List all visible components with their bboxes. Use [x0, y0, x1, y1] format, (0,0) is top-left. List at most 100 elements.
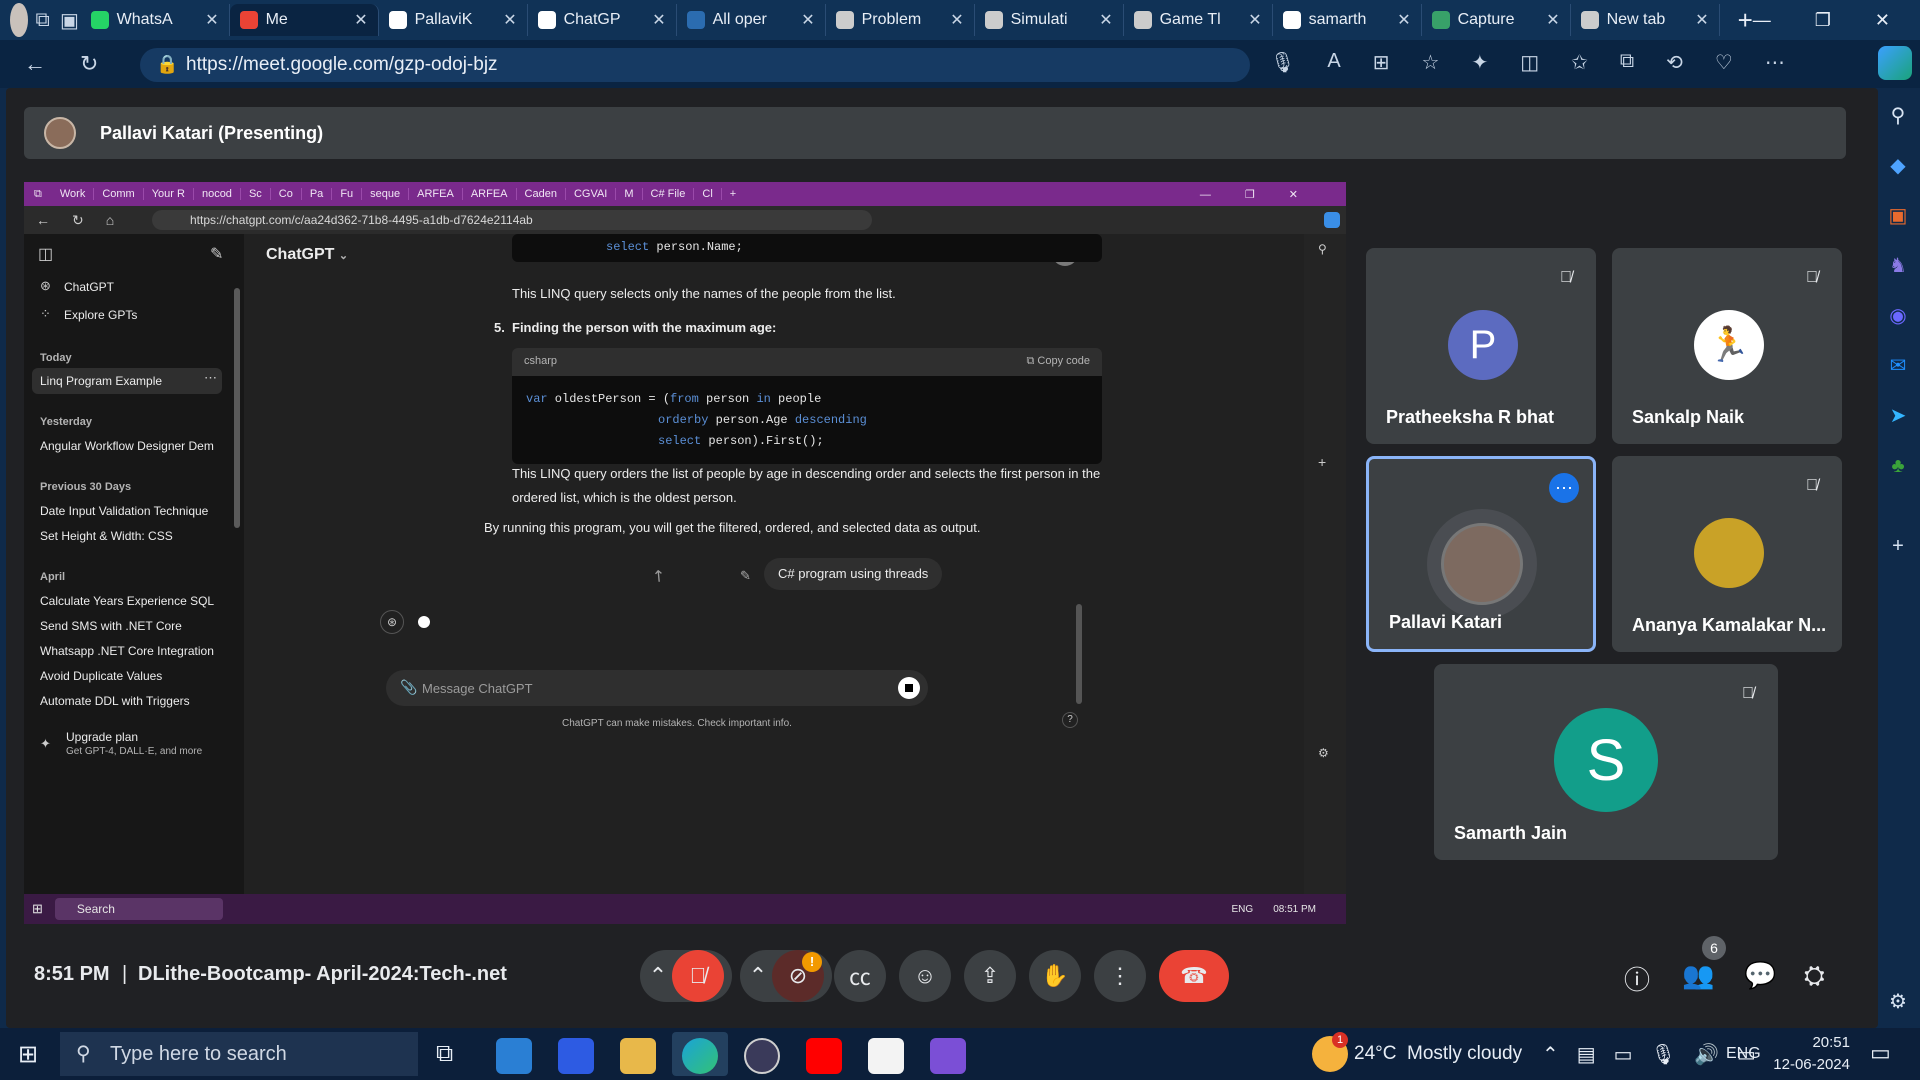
sidebar-tools-icon[interactable]: ▣ — [1882, 200, 1914, 232]
tab-close-icon[interactable]: ✕ — [1099, 10, 1112, 30]
sidebar-games-icon[interactable]: ♞ — [1882, 250, 1914, 282]
activities-icon[interactable]: ⛭ — [1804, 960, 1825, 992]
chat-paragraph-2: This LINQ query orders the list of peopl… — [512, 466, 1101, 505]
shared-tab: Fu — [332, 188, 363, 200]
tab-close-icon[interactable]: ✕ — [1397, 10, 1410, 30]
app-icon[interactable]: ⊞ — [1373, 50, 1390, 75]
split-screen-icon[interactable]: ◫ — [1520, 50, 1539, 75]
participant-tile-ananya[interactable]: 🎙̸ Ananya Kamalakar N... — [1612, 456, 1842, 652]
favorites-icon[interactable]: ✩ — [1571, 50, 1588, 75]
tray-volume-icon[interactable]: 🔊 — [1694, 1042, 1719, 1067]
tray-date[interactable]: 12-06-2024 — [1764, 1056, 1850, 1073]
sidebar-copilot-icon[interactable]: ◉ — [1882, 300, 1914, 332]
back-icon[interactable]: ← — [24, 51, 46, 77]
mic-toggle-button[interactable]: 🎙̸ — [672, 950, 724, 1002]
minimize-icon[interactable]: — — [1753, 10, 1771, 31]
weather-text[interactable]: 24°C Mostly cloudy — [1354, 1043, 1522, 1065]
copilot-icon[interactable] — [1878, 46, 1912, 80]
store-icon[interactable] — [868, 1038, 904, 1074]
tray-battery-icon[interactable]: ▭ — [1614, 1042, 1633, 1067]
restore-icon[interactable]: ❐ — [1815, 10, 1831, 31]
browser-tab[interactable]: Game Tl ✕ — [1124, 4, 1273, 36]
sidebar-outlook-icon[interactable]: ✉ — [1882, 350, 1914, 382]
tab-close-icon[interactable]: ✕ — [205, 10, 218, 30]
performance-icon[interactable]: ♡ — [1715, 50, 1733, 75]
new-tab-button[interactable]: + — [1738, 5, 1753, 36]
favorite-star-icon[interactable]: ☆ — [1422, 50, 1440, 75]
tab-close-icon[interactable]: ✕ — [1695, 10, 1708, 30]
browser-tab[interactable]: WhatsA ✕ — [81, 4, 230, 36]
file-explorer-icon[interactable] — [620, 1038, 656, 1074]
tab-close-icon[interactable]: ✕ — [354, 10, 367, 30]
camera-options-chevron-icon[interactable]: ⌃ — [740, 950, 776, 1002]
browser-tab[interactable]: New tab ✕ — [1571, 4, 1720, 36]
tray-language[interactable]: ENG — [1726, 1045, 1761, 1063]
taskbar-search[interactable]: ⚲ Type here to search — [60, 1032, 418, 1076]
read-aloud-icon[interactable]: A — [1327, 50, 1340, 75]
powerapps-icon[interactable] — [558, 1038, 594, 1074]
edge-browser-icon[interactable] — [682, 1038, 718, 1074]
mic-options-chevron-icon[interactable]: ⌃ — [640, 950, 676, 1002]
tray-network-drive-icon[interactable]: ▤ — [1577, 1042, 1596, 1067]
tab-close-icon[interactable]: ✕ — [801, 10, 814, 30]
browser-tab[interactable]: Simulati ✕ — [975, 4, 1124, 36]
sidebar-send-icon[interactable]: ➤ — [1882, 400, 1914, 432]
weather-badge: 1 — [1332, 1032, 1348, 1048]
raise-hand-button[interactable]: ✋ — [1029, 950, 1081, 1002]
participant-tile-sankalp[interactable]: 🎙̸ 🏃 Sankalp Naik — [1612, 248, 1842, 444]
sidebar-shopping-icon[interactable]: ◆ — [1882, 150, 1914, 182]
sidebar-tree-icon[interactable]: ♣ — [1882, 450, 1914, 482]
participant-tile-samarth[interactable]: 🎙̸ S Samarth Jain — [1434, 664, 1778, 860]
mail-app-icon[interactable] — [496, 1038, 532, 1074]
browser-tab[interactable]: Capture ✕ — [1422, 4, 1571, 36]
sidebar-search-icon[interactable]: ⚲ — [1882, 100, 1914, 132]
mic-icon[interactable]: 🎙 — [1270, 50, 1295, 75]
more-menu-icon[interactable]: ⋯ — [1765, 50, 1785, 75]
collections-icon[interactable]: ⧉ — [1620, 50, 1634, 75]
shared-tab: M — [616, 188, 643, 200]
browser-tab[interactable]: Me ✕ — [229, 4, 379, 36]
media-player-icon[interactable] — [744, 1038, 780, 1074]
leave-call-button[interactable]: ☎ — [1159, 950, 1229, 1002]
tab-close-icon[interactable]: ✕ — [503, 10, 516, 30]
emoji-reactions-button[interactable]: ☺ — [899, 950, 951, 1002]
sidebar-add-icon[interactable]: + — [1882, 530, 1914, 562]
tab-close-icon[interactable]: ✕ — [1546, 10, 1559, 30]
people-icon[interactable]: 👥 — [1682, 960, 1714, 991]
extensions-icon[interactable]: ✦ — [1471, 50, 1488, 75]
tray-mic-icon[interactable]: 🎙 — [1651, 1042, 1676, 1067]
refresh-icon[interactable]: ↻ — [80, 51, 98, 77]
tab-actions-icon[interactable]: ▣ — [60, 8, 81, 33]
avatar: S — [1554, 708, 1658, 812]
code2-l1-kw2: from — [670, 392, 699, 406]
more-options-button[interactable]: ⋮ — [1094, 950, 1146, 1002]
captions-button[interactable]: ㏄ — [834, 950, 886, 1002]
visual-studio-icon[interactable] — [930, 1038, 966, 1074]
task-view-icon[interactable]: ⧉ — [436, 1040, 453, 1068]
browser-tab[interactable]: PallaviK ✕ — [379, 4, 528, 36]
meeting-info-icon[interactable]: ⓘ — [1624, 960, 1650, 997]
browser-tab[interactable]: ChatGP ✕ — [528, 4, 677, 36]
browser-tab[interactable]: All oper ✕ — [677, 4, 826, 36]
tray-chevron-icon[interactable]: ⌃ — [1542, 1042, 1559, 1067]
close-window-icon[interactable]: ✕ — [1875, 10, 1890, 31]
history-icon[interactable]: ⟲ — [1666, 50, 1683, 75]
tab-close-icon[interactable]: ✕ — [950, 10, 963, 30]
chat-icon[interactable]: 💬 — [1744, 960, 1776, 991]
youtube-icon[interactable] — [806, 1038, 842, 1074]
tab-close-icon[interactable]: ✕ — [1248, 10, 1261, 30]
url-field[interactable]: 🔒 https://meet.google.com/gzp-odoj-bjz — [140, 48, 1250, 82]
profile-avatar[interactable] — [10, 3, 28, 37]
workspaces-icon[interactable]: ⧉ — [36, 9, 50, 32]
more-options-icon[interactable]: ⋯ — [1549, 473, 1579, 503]
participant-tile-pallavi[interactable]: ⋯ Pallavi Katari — [1366, 456, 1596, 652]
present-screen-button[interactable]: ⇪ — [964, 950, 1016, 1002]
participant-tile-pratheeksha[interactable]: 🎙̸ P Pratheeksha R bhat — [1366, 248, 1596, 444]
browser-tab[interactable]: Problem ✕ — [826, 4, 975, 36]
notifications-icon[interactable]: ▭ — [1870, 1040, 1891, 1066]
sidebar-settings-icon[interactable]: ⚙ — [1882, 986, 1914, 1018]
tab-close-icon[interactable]: ✕ — [652, 10, 665, 30]
windows-start-icon[interactable]: ⊞ — [18, 1040, 38, 1069]
browser-tab[interactable]: samarth ✕ — [1273, 4, 1422, 36]
tray-time[interactable]: 20:51 — [1776, 1034, 1850, 1051]
